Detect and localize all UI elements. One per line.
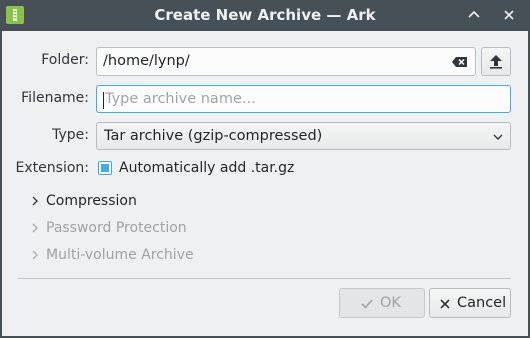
clear-text-icon[interactable]: [451, 54, 469, 70]
checkmark-icon: [361, 299, 373, 309]
title-bar[interactable]: Create New Archive — Ark: [0, 0, 530, 31]
extension-label: Extension:: [15, 160, 89, 176]
folder-input[interactable]: /home/lynp/: [96, 47, 476, 76]
chevron-right-icon: [32, 250, 38, 260]
section-label: Multi-volume Archive: [46, 247, 194, 263]
chevron-right-icon: [32, 223, 38, 233]
cancel-icon: [440, 299, 450, 309]
chevron-right-icon: [32, 196, 38, 206]
chevron-up-icon[interactable]: [465, 6, 483, 24]
archive-type-select[interactable]: Tar archive (gzip-compressed): [96, 122, 511, 150]
type-label: Type:: [52, 127, 89, 143]
folder-up-icon: [490, 55, 502, 69]
dialog-content: Folder: /home/lynp/ Filename: Type archi…: [2, 31, 528, 336]
create-archive-dialog: Create New Archive — Ark Folder: /home/l…: [0, 0, 530, 338]
folder-label: Folder:: [41, 52, 89, 68]
archive-type-value: Tar archive (gzip-compressed): [104, 128, 323, 144]
filename-placeholder: Type archive name...: [105, 91, 256, 107]
checkbox-check-mark: [101, 164, 109, 172]
chevron-down-icon: [493, 134, 503, 140]
cancel-button[interactable]: Cancel: [429, 288, 511, 318]
section-label: Password Protection: [46, 220, 187, 236]
ok-button[interactable]: OK: [339, 288, 425, 318]
filename-input[interactable]: Type archive name...: [96, 85, 511, 113]
section-label: Compression: [46, 193, 137, 209]
cancel-label: Cancel: [457, 295, 507, 311]
close-icon[interactable]: [500, 6, 518, 24]
divider: [18, 278, 511, 279]
folder-value: /home/lynp/: [103, 53, 190, 69]
filename-label: Filename:: [21, 90, 89, 106]
browse-folder-button[interactable]: [481, 47, 511, 76]
window-title: Create New Archive — Ark: [154, 6, 376, 24]
ok-label: OK: [380, 295, 401, 311]
auto-extension-label[interactable]: Automatically add .tar.gz: [119, 160, 294, 176]
text-caret: [103, 92, 104, 109]
auto-extension-checkbox[interactable]: [98, 161, 112, 175]
